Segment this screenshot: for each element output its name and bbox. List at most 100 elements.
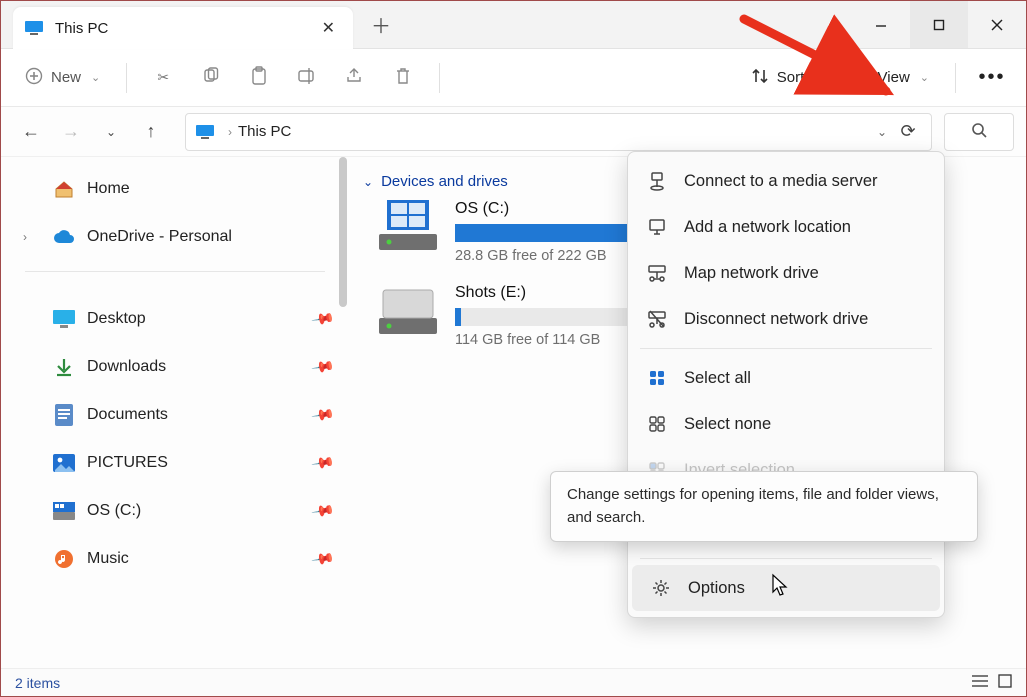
sidebar-item-label: Desktop	[87, 310, 146, 328]
pin-icon[interactable]: 📌	[311, 546, 337, 571]
chevron-down-icon: ⌄	[91, 71, 100, 84]
maximize-button[interactable]	[910, 1, 968, 48]
pin-icon[interactable]: 📌	[311, 306, 337, 331]
tab-this-pc[interactable]: This PC ✕	[13, 7, 353, 49]
item-count: 2 items	[15, 675, 60, 691]
separator	[126, 63, 127, 93]
status-bar: 2 items	[1, 668, 1026, 696]
pin-icon[interactable]: 📌	[311, 498, 337, 523]
sidebar-item-label: OneDrive - Personal	[87, 228, 232, 246]
media-server-icon	[646, 170, 668, 192]
monitor-icon	[196, 125, 214, 139]
sidebar-item-onedrive[interactable]: › OneDrive - Personal	[5, 213, 345, 261]
monitor-icon	[25, 21, 43, 35]
windows-drive-icon	[379, 200, 437, 248]
pin-icon[interactable]: 📌	[311, 450, 337, 475]
sidebar-item-os-c[interactable]: OS (C:) 📌	[5, 487, 345, 535]
more-button[interactable]: •••	[972, 58, 1012, 98]
sidebar-item-desktop[interactable]: Desktop 📌	[5, 295, 345, 343]
sidebar-item-home[interactable]: Home	[5, 165, 345, 213]
paste-button[interactable]	[239, 58, 279, 98]
sidebar-item-label: PICTURES	[87, 454, 168, 472]
sidebar-item-label: Music	[87, 550, 129, 568]
back-button[interactable]: ←	[13, 114, 49, 150]
search-icon	[971, 122, 987, 141]
close-button[interactable]	[968, 1, 1026, 48]
copy-icon	[202, 67, 220, 88]
menu-options[interactable]: Options	[632, 565, 940, 611]
select-none-icon	[646, 413, 668, 435]
address-bar[interactable]: › This PC ⌄ ⟳	[185, 113, 932, 151]
menu-label: Select all	[684, 369, 751, 388]
menu-add-network-location[interactable]: Add a network location	[628, 204, 944, 250]
menu-select-none[interactable]: Select none	[628, 401, 944, 447]
tab-title: This PC	[55, 20, 304, 37]
sidebar-item-documents[interactable]: Documents 📌	[5, 391, 345, 439]
nav-row: ← → ⌄ ↑ › This PC ⌄ ⟳	[1, 107, 1026, 157]
search-box[interactable]	[944, 113, 1014, 151]
minimize-button[interactable]	[852, 1, 910, 48]
menu-connect-media-server[interactable]: Connect to a media server	[628, 158, 944, 204]
trash-icon	[394, 66, 412, 89]
map-drive-icon	[646, 262, 668, 284]
tiles-view-icon[interactable]	[998, 674, 1012, 691]
separator	[439, 63, 440, 93]
menu-select-all[interactable]: Select all	[628, 355, 944, 401]
pin-icon[interactable]: 📌	[311, 354, 337, 379]
window-controls	[852, 1, 1026, 48]
rename-button[interactable]	[287, 58, 327, 98]
document-icon	[53, 404, 75, 426]
sidebar-item-downloads[interactable]: Downloads 📌	[5, 343, 345, 391]
view-button[interactable]: View ⌄	[842, 61, 939, 95]
see-more-menu: Connect to a media server Add a network …	[627, 151, 945, 618]
menu-label: Add a network location	[684, 218, 851, 237]
view-icon	[852, 67, 870, 89]
view-label: View	[878, 69, 910, 86]
history-dropdown[interactable]: ⌄	[869, 114, 895, 150]
new-tab-button[interactable]: ＋	[359, 1, 403, 48]
section-label: Devices and drives	[381, 173, 508, 190]
chevron-right-icon: ›	[228, 125, 232, 139]
share-button[interactable]	[335, 58, 375, 98]
gear-icon	[650, 577, 672, 599]
chevron-right-icon[interactable]: ›	[23, 230, 27, 244]
navigation-pane: Home › OneDrive - Personal Desktop 📌 Dow…	[1, 157, 349, 670]
breadcrumb-location[interactable]: This PC	[238, 123, 291, 140]
up-button[interactable]: ↑	[133, 114, 169, 150]
chevron-down-icon: ⌄	[814, 71, 823, 84]
music-icon	[53, 548, 75, 570]
hdd-icon	[379, 284, 437, 332]
menu-label: Disconnect network drive	[684, 310, 868, 329]
separator	[955, 63, 956, 93]
sidebar-item-pictures[interactable]: PICTURES 📌	[5, 439, 345, 487]
cloud-icon	[53, 226, 75, 248]
sidebar-item-label: Documents	[87, 406, 168, 424]
rename-icon	[297, 67, 317, 88]
desktop-icon	[53, 308, 75, 330]
sort-label: Sort	[777, 69, 805, 86]
sidebar-item-music[interactable]: Music 📌	[5, 535, 345, 583]
refresh-button[interactable]: ⟳	[895, 114, 921, 150]
drive-icon	[53, 500, 75, 522]
menu-map-network-drive[interactable]: Map network drive	[628, 250, 944, 296]
new-button[interactable]: New ⌄	[15, 61, 110, 95]
cut-button[interactable]: ✂	[143, 58, 183, 98]
tooltip: Change settings for opening items, file …	[550, 471, 978, 542]
pin-icon[interactable]: 📌	[311, 402, 337, 427]
clipboard-icon	[250, 66, 268, 89]
copy-button[interactable]	[191, 58, 231, 98]
sort-button[interactable]: Sort ⌄	[741, 61, 834, 95]
details-view-icon[interactable]	[972, 674, 988, 691]
sidebar-item-label: Downloads	[87, 358, 166, 376]
recent-locations-button[interactable]: ⌄	[93, 114, 129, 150]
tab-close-icon[interactable]: ✕	[316, 12, 341, 44]
network-location-icon	[646, 216, 668, 238]
forward-button[interactable]: →	[53, 114, 89, 150]
menu-label: Connect to a media server	[684, 172, 878, 191]
new-label: New	[51, 69, 81, 86]
menu-label: Map network drive	[684, 264, 819, 283]
menu-disconnect-network-drive[interactable]: Disconnect network drive	[628, 296, 944, 342]
download-icon	[53, 356, 75, 378]
share-icon	[345, 67, 365, 88]
delete-button[interactable]	[383, 58, 423, 98]
